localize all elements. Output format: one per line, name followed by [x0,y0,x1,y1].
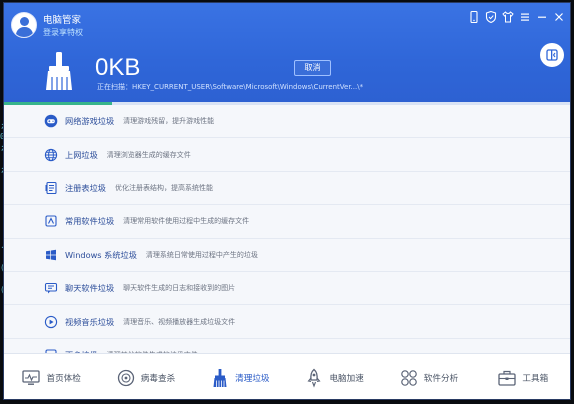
category-description: 清理音乐、视频播放器生成垃圾文件 [123,317,236,326]
category-name: 注册表垃圾 [65,182,106,193]
category-description: 清理浏览器生成的缓存文件 [106,150,191,159]
minimize-icon[interactable] [535,10,549,24]
category-description: 聊天软件生成的日志和接收到的图片 [123,284,236,293]
category-description: 清理常用软件使用过程中生成的缓存文件 [123,217,250,226]
cleanup-category-list: 网络游戏垃圾 清理游戏残留，提升游戏性能 上网垃圾 清理浏览器生成的缓存文件 注册表垃圾… [4,105,570,353]
category-name: 常用软件垃圾 [65,216,115,227]
gear-grid-icon [399,368,419,388]
category-name: 上网垃圾 [65,149,98,160]
toolbox-icon [497,368,517,388]
category-name: 网络游戏垃圾 [65,116,115,127]
nav-label: 软件分析 [423,373,459,384]
login-link[interactable]: 登录享特权 [43,27,83,38]
exit-panel-icon[interactable] [540,43,564,67]
nav-item[interactable]: 软件分析 [381,354,475,399]
category-row[interactable]: 网络游戏垃圾 清理游戏残留，提升游戏性能 [4,105,570,139]
avatar[interactable] [11,12,37,38]
nav-label: 病毒查杀 [140,373,176,384]
gamepad-icon [44,114,58,128]
nav-label: 工具箱 [522,373,549,384]
monitor-icon [21,368,41,388]
phone-icon[interactable] [467,10,481,24]
rocket-icon [304,368,324,388]
category-name: 聊天软件垃圾 [65,283,115,294]
category-name: 视频音乐垃圾 [65,316,115,327]
scan-status-text: 正在扫描：HKEY_CURRENT_USER\Software\Microsof… [97,83,364,91]
nav-label: 清理垃圾 [235,373,270,384]
header: 电脑管家 登录享特权 0KB 正在扫描：HKEY_CURRENT_USER\So… [4,3,570,102]
nav-item[interactable]: 清理垃圾 [193,354,287,399]
nav-item[interactable]: 工具箱 [476,354,570,399]
nav-label: 首页体检 [46,373,81,384]
nav-item[interactable]: 首页体检 [4,354,98,399]
app-title: 电脑管家 [43,15,82,26]
category-description: 优化注册表结构，提高系统性能 [114,183,213,192]
pc-manager-window: 电脑管家 登录享特权 0KB 正在扫描：HKEY_CURRENT_USER\So… [3,2,571,400]
cancel-button[interactable]: 取消 [294,60,331,76]
globe-icon [44,148,58,162]
menu-icon[interactable] [518,10,532,24]
shield-scan-icon [116,368,136,388]
windows-icon [44,248,58,262]
shield-icon[interactable] [484,10,498,24]
category-row[interactable]: 聊天软件垃圾 聊天软件生成的日志和接收到的图片 [4,272,570,306]
category-row[interactable]: 视频音乐垃圾 清理音乐、视频播放器生成垃圾文件 [4,305,570,339]
play-icon [44,315,58,329]
category-row[interactable]: Windows 系统垃圾 清理系统日常使用过程中产生的垃圾 [4,239,570,272]
category-row[interactable]: 常用软件垃圾 清理常用软件使用过程中生成的缓存文件 [4,205,570,239]
shirt-icon[interactable] [501,10,515,24]
nav-item[interactable]: 病毒查杀 [98,354,192,399]
category-description: 清理游戏残留，提升游戏性能 [123,117,215,126]
chat-icon [44,281,58,295]
scan-size-value: 0KB [95,54,141,81]
window-controls [467,10,566,24]
software-icon [44,214,58,228]
bottom-nav: 首页体检 病毒查杀 清理垃圾 电脑加速 软件分析 工具箱 [4,353,570,399]
nav-label: 电脑加速 [329,373,364,384]
close-icon[interactable] [552,10,566,24]
category-row[interactable]: 更多垃圾清理其他软件生成的垃圾文件 [4,339,570,353]
broom-icon [210,368,230,388]
category-row[interactable]: 注册表垃圾 优化注册表结构，提高系统性能 [4,172,570,206]
broom-icon [40,52,78,92]
nav-item[interactable]: 电脑加速 [287,354,381,399]
category-name: Windows 系统垃圾 [65,249,137,260]
category-row[interactable]: 上网垃圾 清理浏览器生成的缓存文件 [4,138,570,172]
registry-icon [44,181,58,195]
category-description: 清理系统日常使用过程中产生的垃圾 [145,250,258,259]
